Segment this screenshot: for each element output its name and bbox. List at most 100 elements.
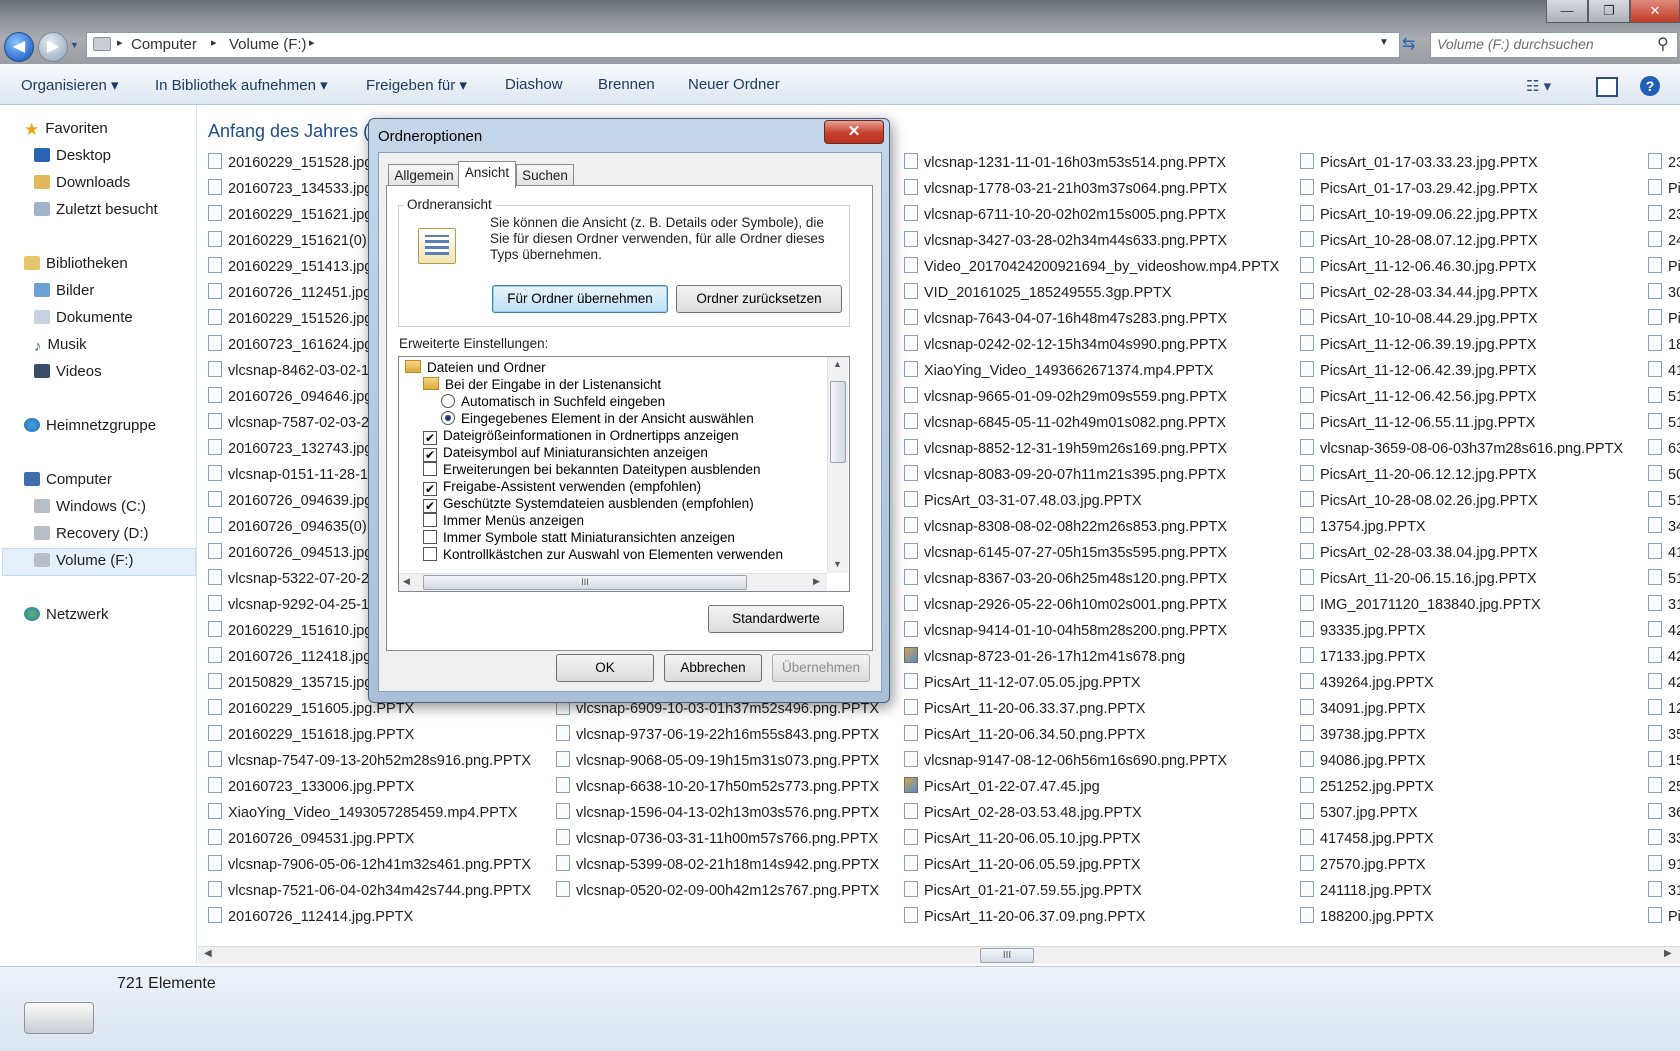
file-item[interactable]: PicsArt_01-21-07.59.55.jpg.PPTX — [904, 878, 1279, 904]
scroll-left-icon[interactable]: ◀ — [403, 576, 410, 587]
file-item[interactable]: 50 — [1648, 462, 1680, 488]
nav-videos[interactable]: Videos — [34, 363, 102, 380]
nav-recent[interactable]: Zuletzt besucht — [34, 201, 158, 218]
file-item[interactable]: 20160726_112414.jpg.PPTX — [208, 904, 531, 930]
address-bar[interactable]: ▸ Computer ▸ Volume (F:) ▸ ▼ — [86, 32, 1400, 58]
file-item[interactable]: vlcsnap-7521-06-04-02h34m42s744.png.PPTX — [208, 878, 531, 904]
tree-hscroll-thumb[interactable]: III — [423, 575, 747, 590]
file-item[interactable]: vlcsnap-8308-08-02-08h22m26s853.png.PPTX — [904, 514, 1279, 540]
file-item[interactable]: PicsArt_10-10-08.44.29.jpg.PPTX — [1300, 306, 1623, 332]
file-item[interactable]: 241118.jpg.PPTX — [1300, 878, 1623, 904]
file-item[interactable]: PicsArt_11-12-06.42.39.jpg.PPTX — [1300, 358, 1623, 384]
tree-checkbox-option[interactable]: Kontrollkästchen zur Auswahl von Element… — [423, 547, 783, 562]
file-item[interactable]: PicsArt_02-28-03.53.48.jpg.PPTX — [904, 800, 1279, 826]
scroll-up-icon[interactable]: ▲ — [833, 359, 842, 369]
nav-libraries[interactable]: Bibliotheken — [24, 255, 128, 272]
radio-button[interactable] — [441, 394, 455, 408]
file-item[interactable]: vlcsnap-0242-02-12-15h34m04s990.png.PPTX — [904, 332, 1279, 358]
file-item[interactable]: 30 — [1648, 280, 1680, 306]
include-in-library-button[interactable]: In Bibliothek aufnehmen ▾ — [155, 76, 328, 94]
file-item[interactable]: 15 — [1648, 748, 1680, 774]
checkbox[interactable] — [423, 530, 437, 544]
file-item[interactable]: 36 — [1648, 800, 1680, 826]
file-item[interactable]: 23 — [1648, 202, 1680, 228]
file-item[interactable]: 33 — [1648, 826, 1680, 852]
back-button[interactable]: ◀ — [4, 32, 34, 62]
share-with-button[interactable]: Freigeben für ▾ — [366, 76, 467, 94]
file-item[interactable]: 439264.jpg.PPTX — [1300, 670, 1623, 696]
file-item[interactable]: 51 — [1648, 566, 1680, 592]
horizontal-scrollbar[interactable]: ◀ ▶ — [198, 946, 1680, 964]
checkbox[interactable] — [423, 547, 437, 561]
file-item[interactable]: 188200.jpg.PPTX — [1300, 904, 1623, 930]
file-item[interactable]: 13754.jpg.PPTX — [1300, 514, 1623, 540]
file-item[interactable]: 34 — [1648, 514, 1680, 540]
new-folder-button[interactable]: Neuer Ordner — [688, 76, 780, 93]
file-item[interactable]: vlcsnap-8852-12-31-19h59m26s169.png.PPTX — [904, 436, 1279, 462]
file-item[interactable]: 24 — [1648, 228, 1680, 254]
tree-radio-option[interactable]: Eingegebenes Element in der Ansicht ausw… — [441, 411, 754, 426]
file-item[interactable]: vlcsnap-1596-04-13-02h13m03s576.png.PPTX — [556, 800, 879, 826]
file-item[interactable]: 31 — [1648, 592, 1680, 618]
file-item[interactable]: vlcsnap-9414-01-10-04h58m28s200.png.PPTX — [904, 618, 1279, 644]
scroll-left-icon[interactable]: ◀ — [204, 948, 212, 959]
dialog-close-button[interactable]: ✕ — [824, 120, 884, 144]
nav-homegroup[interactable]: Heimnetzgruppe — [24, 417, 156, 434]
nav-music[interactable]: ♪ Musik — [34, 336, 87, 355]
scroll-right-icon[interactable]: ▶ — [1664, 948, 1672, 959]
file-item[interactable]: IMG_20171120_183840.jpg.PPTX — [1300, 592, 1623, 618]
file-item[interactable]: PicsArt_10-19-09.06.22.jpg.PPTX — [1300, 202, 1623, 228]
file-item[interactable]: vlcsnap-8723-01-26-17h12m41s678.png — [904, 644, 1279, 670]
file-item[interactable]: 31 — [1648, 878, 1680, 904]
checkbox[interactable] — [423, 462, 437, 476]
advanced-settings-tree[interactable]: Dateien und Ordner Bei der Eingabe in der… — [398, 356, 850, 592]
file-item[interactable]: 20160229_151618.jpg.PPTX — [208, 722, 531, 748]
apply-button[interactable]: Übernehmen — [772, 654, 870, 682]
file-item[interactable]: PicsArt_11-20-06.12.12.jpg.PPTX — [1300, 462, 1623, 488]
tab-view[interactable]: Ansicht — [458, 161, 516, 188]
file-item[interactable]: vlcsnap-0736-03-31-11h00m57s766.png.PPTX — [556, 826, 879, 852]
file-item[interactable]: PicsArt_01-17-03.33.23.jpg.PPTX — [1300, 150, 1623, 176]
organize-button[interactable]: Organisieren ▾ — [21, 76, 119, 94]
file-item[interactable]: 63 — [1648, 436, 1680, 462]
file-item[interactable]: PicsArt_11-20-06.33.37.png.PPTX — [904, 696, 1279, 722]
file-item[interactable]: vlcsnap-6145-07-27-05h15m35s595.png.PPTX — [904, 540, 1279, 566]
file-item[interactable]: Video_20170424200921694_by_videoshow.mp4… — [904, 254, 1279, 280]
file-item[interactable]: 12 — [1648, 696, 1680, 722]
tree-folder-node[interactable]: Bei der Eingabe in der Listenansicht — [423, 377, 661, 392]
file-item[interactable]: vlcsnap-9737-06-19-22h16m55s843.png.PPTX — [556, 722, 879, 748]
checkbox[interactable]: ✔ — [423, 499, 437, 513]
horizontal-scroll-thumb[interactable]: III — [980, 948, 1034, 963]
file-item[interactable]: vlcsnap-9068-05-09-19h15m31s073.png.PPTX — [556, 748, 879, 774]
recent-pages-chevron-icon[interactable]: ▼ — [70, 40, 79, 50]
file-item[interactable]: vlcsnap-3427-03-28-02h34m44s633.png.PPTX — [904, 228, 1279, 254]
file-item[interactable]: VID_20161025_185249555.3gp.PPTX — [904, 280, 1279, 306]
restore-defaults-button[interactable]: Standardwerte — [708, 605, 844, 633]
tab-search[interactable]: Suchen — [516, 164, 574, 186]
tree-vscroll-thumb[interactable] — [830, 381, 846, 463]
tree-folder-node[interactable]: Dateien und Ordner — [405, 360, 546, 375]
file-item[interactable]: 41 — [1648, 540, 1680, 566]
preview-pane-icon[interactable] — [1596, 77, 1618, 97]
file-item[interactable]: 93335.jpg.PPTX — [1300, 618, 1623, 644]
nav-pictures[interactable]: Bilder — [34, 282, 94, 299]
file-item[interactable]: 51 — [1648, 488, 1680, 514]
file-item[interactable]: PicsArt_11-12-06.46.30.jpg.PPTX — [1300, 254, 1623, 280]
file-item[interactable]: Pi — [1648, 904, 1680, 930]
tab-general[interactable]: Allgemein — [388, 164, 460, 186]
file-item[interactable]: 417458.jpg.PPTX — [1300, 826, 1623, 852]
file-item[interactable]: PicsArt_10-28-08.02.26.jpg.PPTX — [1300, 488, 1623, 514]
nav-drive-f[interactable]: Volume (F:) — [34, 552, 134, 569]
file-item[interactable]: 27570.jpg.PPTX — [1300, 852, 1623, 878]
close-window-button[interactable]: ✕ — [1630, 0, 1680, 23]
breadcrumb-computer[interactable]: Computer — [131, 36, 197, 53]
file-item[interactable]: vlcsnap-0520-02-09-00h42m12s767.png.PPTX — [556, 878, 879, 904]
nav-documents[interactable]: Dokumente — [34, 309, 133, 326]
forward-button[interactable]: ▶ — [38, 32, 68, 62]
file-item[interactable]: 39738.jpg.PPTX — [1300, 722, 1623, 748]
file-item[interactable]: PicsArt_11-20-06.34.50.png.PPTX — [904, 722, 1279, 748]
tree-radio-option[interactable]: Automatisch in Suchfeld eingeben — [441, 394, 665, 409]
file-item[interactable]: vlcsnap-7906-05-06-12h41m32s461.png.PPTX — [208, 852, 531, 878]
file-item[interactable]: 41 — [1648, 358, 1680, 384]
slideshow-button[interactable]: Diashow — [505, 76, 563, 93]
